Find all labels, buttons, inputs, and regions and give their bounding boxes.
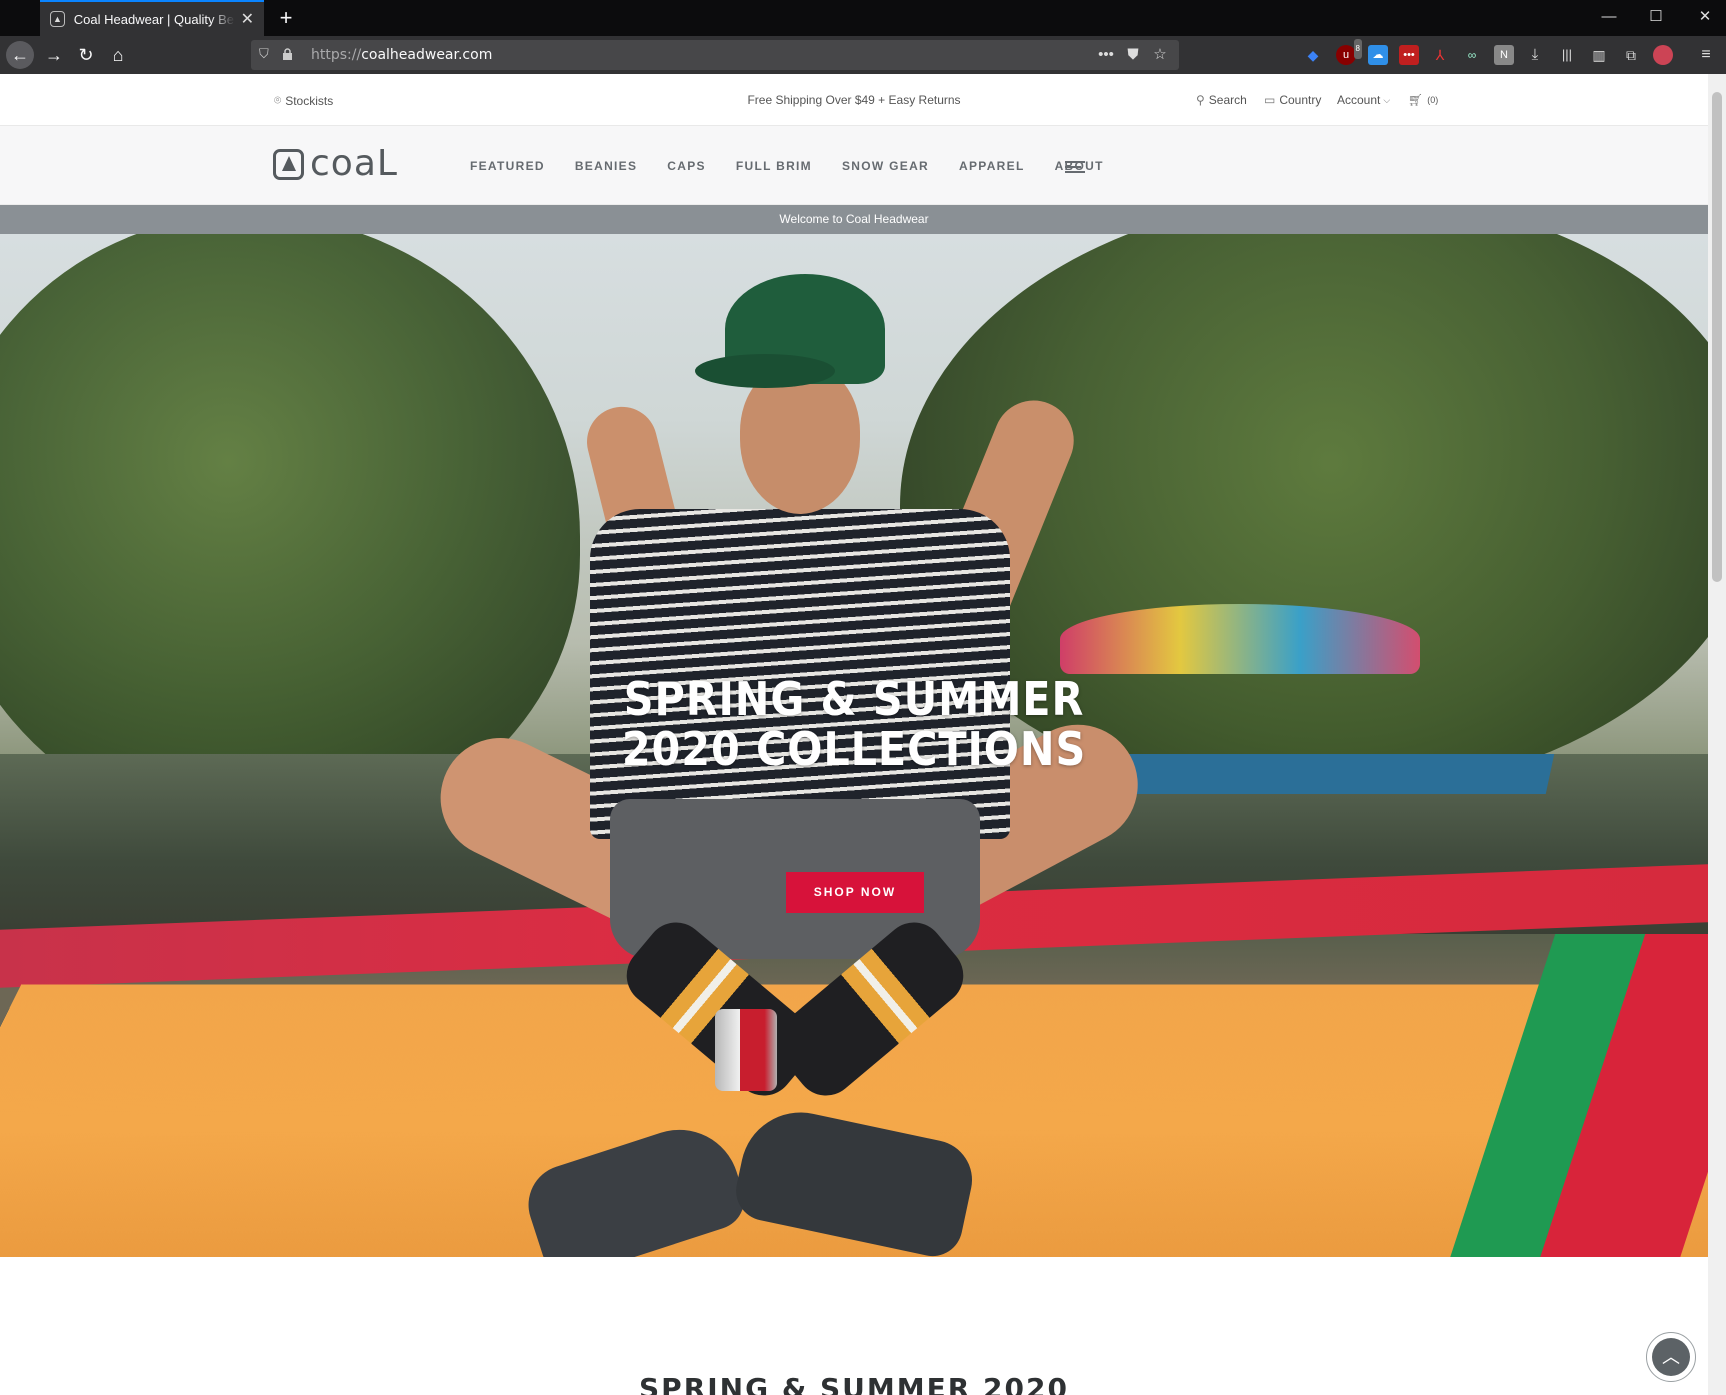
extension-shield-icon[interactable]: ◆ xyxy=(1303,45,1323,65)
search-link[interactable]: ⚲ Search xyxy=(1196,93,1247,107)
page-actions-icon[interactable]: ••• xyxy=(1094,43,1118,67)
search-label: Search xyxy=(1209,93,1247,107)
soda-can xyxy=(715,1009,777,1091)
promo-label: Free Shipping Over $49 + Easy Returns xyxy=(747,93,960,107)
account-dropdown[interactable]: Account ⌵ xyxy=(1337,93,1394,107)
pocket-icon[interactable]: ⛊ xyxy=(1121,43,1145,67)
chevron-up-icon: ︿ xyxy=(1652,1338,1690,1376)
tracking-shield-icon[interactable]: ⛉ xyxy=(259,46,273,62)
url-text[interactable]: https://coalheadwear.com xyxy=(311,47,492,63)
country-label: Country xyxy=(1279,93,1321,107)
more-menu-icon[interactable] xyxy=(1065,161,1085,175)
section-title: SPRING & SUMMER 2020 xyxy=(0,1372,1708,1395)
site-header: coaL FEATURED BEANIES CAPS FULL BRIM SNO… xyxy=(0,126,1708,205)
nav-apparel[interactable]: APPAREL xyxy=(959,159,1025,173)
utility-bar: ⌾ Stockists Free Shipping Over $49 + Eas… xyxy=(0,74,1708,126)
search-icon: ⚲ xyxy=(1196,93,1205,107)
coal-logo-mark-icon xyxy=(273,149,304,180)
tab-title: Coal Headwear | Quality Beanies xyxy=(74,12,235,27)
forward-icon[interactable]: → xyxy=(40,41,68,69)
close-window-icon[interactable]: ✕ xyxy=(1694,6,1716,28)
reload-icon[interactable]: ↻ xyxy=(72,41,100,69)
shop-now-button[interactable]: SHOP NOW xyxy=(786,872,924,913)
account-avatar-icon[interactable] xyxy=(1653,45,1673,65)
account-label: Account xyxy=(1337,93,1380,107)
home-icon[interactable]: ⌂ xyxy=(104,41,132,69)
hero-title: SPRING & SUMMER 2020 COLLECTIONS xyxy=(85,674,1622,774)
maximize-window-icon[interactable]: ☐ xyxy=(1645,6,1667,28)
minimize-window-icon[interactable]: — xyxy=(1598,6,1620,28)
flag-icon: ▭ xyxy=(1264,93,1275,107)
browser-tab[interactable]: ▲ Coal Headwear | Quality Beanies ✕ xyxy=(40,0,264,36)
bookmark-star-icon[interactable]: ☆ xyxy=(1148,43,1172,67)
promo-text: Free Shipping Over $49 + Easy Returns xyxy=(0,93,1708,107)
ublock-badge: 8 xyxy=(1354,39,1362,59)
menu-icon[interactable]: ≡ xyxy=(1696,45,1716,65)
coal-logo[interactable]: coaL xyxy=(273,148,398,180)
close-tab-icon[interactable]: ✕ xyxy=(241,9,254,29)
new-tab-button[interactable]: + xyxy=(272,4,300,32)
lastpass-icon[interactable]: ••• xyxy=(1399,45,1419,65)
notes-extension-icon[interactable]: N xyxy=(1494,45,1514,65)
cart-count: (0) xyxy=(1427,95,1438,105)
cart-link[interactable]: 🛒︎ (0) xyxy=(1408,93,1438,107)
downloads-icon[interactable]: ⤓ xyxy=(1525,45,1545,65)
welcome-banner: Welcome to Coal Headwear xyxy=(0,205,1708,234)
nav-beanies[interactable]: BEANIES xyxy=(575,159,637,173)
cloud-extension-icon[interactable]: ☁ xyxy=(1368,45,1388,65)
hero-banner: SPRING & SUMMER 2020 COLLECTIONS SHOP NO… xyxy=(0,234,1708,1257)
lock-icon[interactable] xyxy=(282,48,293,61)
browser-tab-bar: ▲ Coal Headwear | Quality Beanies ✕ + — … xyxy=(0,0,1726,36)
web-page: ⌾ Stockists Free Shipping Over $49 + Eas… xyxy=(0,74,1708,1395)
containers-icon[interactable]: ⧉ xyxy=(1621,45,1641,65)
back-icon[interactable]: ← xyxy=(6,41,34,69)
scroll-to-top-button[interactable]: ︿ xyxy=(1646,1332,1696,1382)
ublock-icon[interactable]: u8 xyxy=(1336,45,1356,65)
library-icon[interactable]: ||| xyxy=(1557,45,1577,65)
binoculars-icon[interactable]: ∞ xyxy=(1462,45,1482,65)
hero-title-line-1: SPRING & SUMMER xyxy=(85,674,1622,724)
hero-title-line-2: 2020 COLLECTIONS xyxy=(85,724,1622,774)
nav-snow-gear[interactable]: SNOW GEAR xyxy=(842,159,929,173)
cart-icon: 🛒︎ xyxy=(1408,93,1423,107)
scrollbar-thumb[interactable] xyxy=(1712,92,1722,582)
pdf-icon[interactable]: ⅄ xyxy=(1430,45,1450,65)
nav-full-brim[interactable]: FULL BRIM xyxy=(736,159,812,173)
sidebar-icon[interactable]: ▥ xyxy=(1589,45,1609,65)
nav-caps[interactable]: CAPS xyxy=(667,159,706,173)
country-selector[interactable]: ▭ Country xyxy=(1264,93,1321,107)
main-nav: FEATURED BEANIES CAPS FULL BRIM SNOW GEA… xyxy=(470,159,1134,173)
address-bar[interactable]: ⛉ https://coalheadwear.com ••• ⛊ ☆ xyxy=(251,40,1179,70)
site-favicon-icon: ▲ xyxy=(50,11,65,27)
page-scrollbar[interactable] xyxy=(1708,74,1726,1395)
chevron-down-icon: ⌵ xyxy=(1383,95,1390,106)
coal-logo-text: coaL xyxy=(310,148,398,180)
nav-featured[interactable]: FEATURED xyxy=(470,159,545,173)
